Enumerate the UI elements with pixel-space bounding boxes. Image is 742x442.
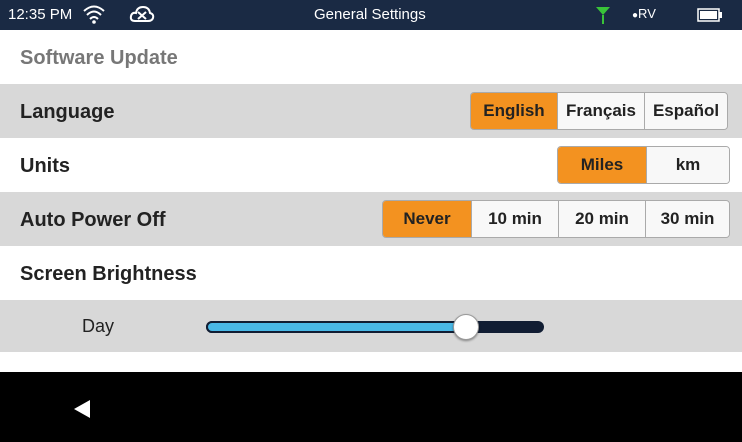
language-option-english[interactable]: English — [471, 93, 557, 129]
units-option-km[interactable]: km — [646, 147, 729, 183]
status-bar: 12:35 PM General Settings ●RV — [0, 0, 742, 30]
language-option-espanol[interactable]: Español — [644, 93, 727, 129]
software-update-label: Software Update — [20, 47, 178, 69]
screen-title: General Settings — [314, 6, 426, 23]
auto-power-off-label: Auto Power Off — [20, 209, 166, 231]
units-row: Units Miles km — [0, 138, 742, 192]
software-update-row[interactable]: Software Update — [0, 30, 742, 84]
auto-power-off-selector[interactable]: Never 10 min 20 min 30 min — [382, 200, 730, 238]
rv-indicator: ●RV — [632, 6, 656, 21]
wifi-icon — [83, 5, 105, 24]
rv-label: RV — [638, 6, 656, 21]
units-selector[interactable]: Miles km — [557, 146, 730, 184]
antenna-icon — [596, 7, 610, 24]
language-selector[interactable]: English Français Español — [470, 92, 728, 130]
power-option-never[interactable]: Never — [383, 201, 471, 237]
units-label: Units — [20, 155, 70, 177]
units-option-miles[interactable]: Miles — [558, 147, 646, 183]
day-label: Day — [82, 316, 115, 336]
language-option-francais[interactable]: Français — [557, 93, 644, 129]
nav-bar — [0, 372, 742, 442]
battery-icon — [697, 8, 722, 22]
language-row: Language English Français Español — [0, 84, 742, 138]
screen-brightness-label: Screen Brightness — [20, 263, 197, 285]
power-option-20-min[interactable]: 20 min — [558, 201, 645, 237]
back-icon[interactable] — [70, 397, 94, 421]
power-option-30-min[interactable]: 30 min — [645, 201, 729, 237]
night-brightness-row-partial — [0, 352, 742, 372]
auto-power-off-row: Auto Power Off Never 10 min 20 min 30 mi… — [0, 192, 742, 246]
language-label: Language — [20, 101, 115, 123]
cloud-off-icon — [129, 5, 155, 22]
power-option-10-min[interactable]: 10 min — [471, 201, 558, 237]
status-time: 12:35 PM — [8, 6, 73, 23]
brightness-slider-fill — [206, 321, 467, 333]
screen-brightness-row: Screen Brightness — [0, 246, 742, 300]
